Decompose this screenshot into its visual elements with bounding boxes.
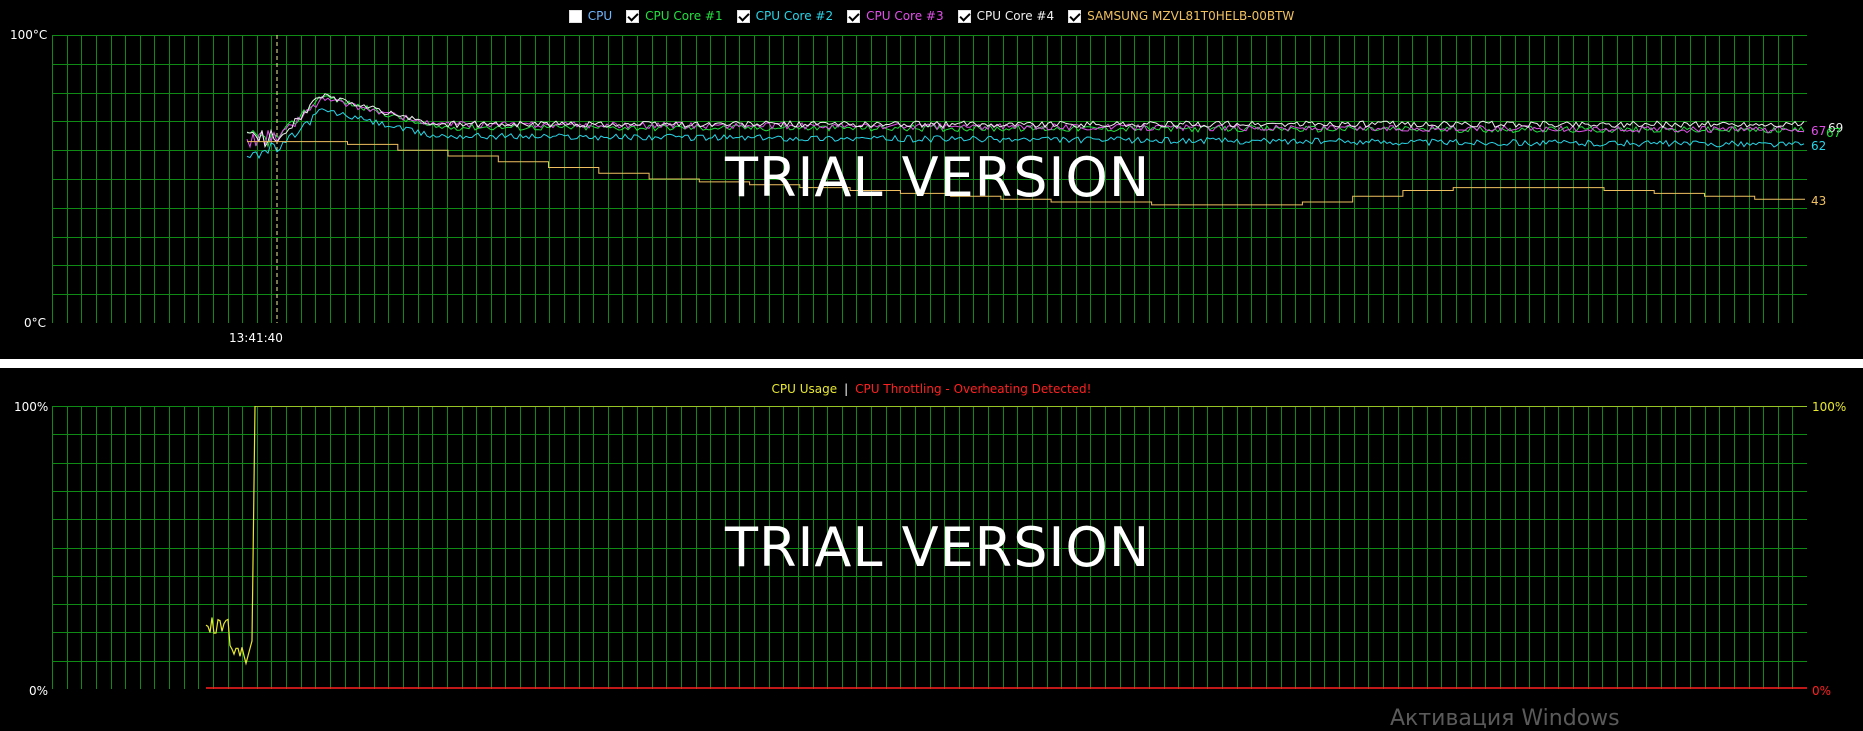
usage-y-min-right: 0% <box>1812 684 1832 698</box>
legend-item-core1[interactable]: CPU Core #1 <box>626 9 723 23</box>
usage-chart <box>52 406 1807 689</box>
core2-end-value: 62 <box>1811 139 1827 153</box>
chart-grid <box>52 406 1807 689</box>
legend-item-cpu[interactable]: CPU <box>568 9 613 23</box>
legend-label-core2: CPU Core #2 <box>755 9 834 23</box>
temp-y-max-label: 100°C <box>10 28 48 42</box>
core3-end-value: 67 <box>1811 124 1827 138</box>
cpu-usage-series <box>205 406 1807 666</box>
temperature-legend: CPU CPU Core #1 CPU Core #2 CPU Core #3 … <box>0 6 1863 26</box>
usage-legend-separator: | <box>844 382 849 396</box>
ssd-checkbox[interactable] <box>1068 9 1082 23</box>
ssd-series <box>247 141 1805 206</box>
temperature-panel: CPU CPU Core #1 CPU Core #2 CPU Core #3 … <box>0 0 1863 359</box>
usage-chart-svg <box>52 406 1807 689</box>
legend-label-core3: CPU Core #3 <box>866 9 944 23</box>
chart-grid <box>52 35 1807 323</box>
legend-item-ssd[interactable]: SAMSUNG MZVL81T0HELB-00BTW <box>1068 9 1294 23</box>
legend-label-core1: CPU Core #1 <box>645 9 723 23</box>
usage-y-min-left: 0% <box>29 684 49 698</box>
legend-item-core3[interactable]: CPU Core #3 <box>847 9 944 23</box>
core3-checkbox[interactable] <box>847 9 861 23</box>
core2-checkbox[interactable] <box>736 9 750 23</box>
panel-separator[interactable] <box>0 359 1863 368</box>
ssd-end-value: 43 <box>1811 194 1827 208</box>
temp-time-label: 13:41:40 <box>229 331 283 345</box>
core1-checkbox[interactable] <box>626 9 640 23</box>
usage-panel: CPU Usage | CPU Throttling - Overheating… <box>0 368 1863 721</box>
temp-y-min-label: 0°C <box>24 316 47 330</box>
legend-label-core4: CPU Core #4 <box>976 9 1055 23</box>
legend-item-core2[interactable]: CPU Core #2 <box>736 9 834 23</box>
usage-y-max-left: 100% <box>14 400 49 414</box>
throttle-legend-label: CPU Throttling - Overheating Detected! <box>855 382 1092 396</box>
cpu-checkbox[interactable] <box>568 9 582 23</box>
core1-end-value: 67 <box>1826 126 1842 140</box>
legend-label-ssd: SAMSUNG MZVL81T0HELB-00BTW <box>1087 9 1295 23</box>
temperature-chart <box>52 35 1807 323</box>
usage-legend: CPU Usage | CPU Throttling - Overheating… <box>0 381 1863 397</box>
core4-checkbox[interactable] <box>957 9 971 23</box>
temperature-chart-svg <box>52 35 1807 323</box>
usage-legend-label: CPU Usage <box>771 382 838 396</box>
usage-y-max-right: 100% <box>1812 400 1847 414</box>
legend-item-core4[interactable]: CPU Core #4 <box>957 9 1055 23</box>
legend-label-cpu: CPU <box>587 9 613 23</box>
